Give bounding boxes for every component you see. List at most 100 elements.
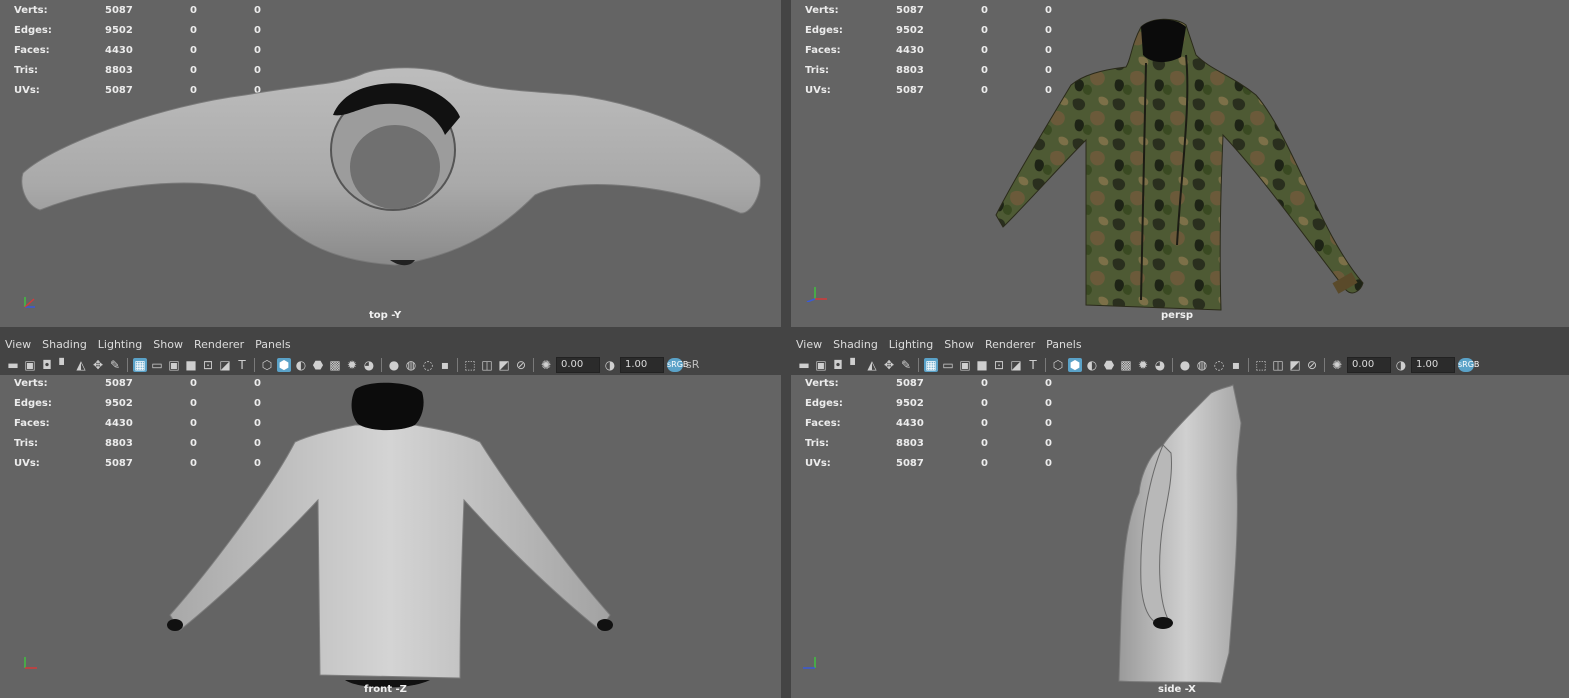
grid-icon[interactable]: ▦ xyxy=(924,357,938,372)
exposure-icon[interactable]: ✺ xyxy=(539,358,553,372)
motion-blur-icon[interactable]: ◍ xyxy=(1195,358,1209,372)
safe-title-icon[interactable]: T xyxy=(1026,358,1040,372)
menu-shading[interactable]: Shading xyxy=(830,338,886,351)
default-material-icon[interactable]: ◐ xyxy=(294,358,308,372)
panel-menubar: View Shading Lighting Show Renderer Pane… xyxy=(791,335,1569,354)
viewport-front[interactable]: View Shading Lighting Show Renderer Pane… xyxy=(0,335,781,698)
viewport-top[interactable]: Verts: 5087 0 0 Edges: 9502 0 0 Faces: 4430 0 0 T… xyxy=(0,0,781,327)
xray-active-icon[interactable]: ◩ xyxy=(497,358,511,372)
smooth-shade-icon[interactable]: ⬢ xyxy=(277,357,291,372)
image-plane-icon[interactable]: ◭ xyxy=(74,358,88,372)
safe-action-icon[interactable]: ◪ xyxy=(1009,358,1023,372)
toolbar-separator xyxy=(1324,357,1325,372)
stat-row-verts: Verts: 5087 0 0 xyxy=(14,4,261,16)
grease-pencil-icon[interactable]: ✎ xyxy=(899,358,913,372)
bookmark-camera-icon[interactable]: ◘ xyxy=(831,358,845,372)
field-chart-icon[interactable]: ⊡ xyxy=(992,358,1006,372)
motion-blur-icon[interactable]: ◍ xyxy=(404,358,418,372)
exposure-icon[interactable]: ✺ xyxy=(1330,358,1344,372)
bookmark-icon[interactable]: ▘ xyxy=(57,358,71,372)
bookmark-icon[interactable]: ▘ xyxy=(848,358,862,372)
safe-action-icon[interactable]: ◪ xyxy=(218,358,232,372)
gamma-field[interactable]: 1.00 xyxy=(620,356,664,373)
textured-icon[interactable]: ▩ xyxy=(328,358,342,372)
menu-renderer[interactable]: Renderer xyxy=(191,338,252,351)
exposure-field[interactable]: 0.00 xyxy=(556,356,600,373)
isolate-select-icon[interactable]: ⬚ xyxy=(463,358,477,372)
camera-label-side: side -X xyxy=(1158,684,1196,695)
isolate-select-icon[interactable]: ⬚ xyxy=(1254,358,1268,372)
menu-lighting[interactable]: Lighting xyxy=(95,338,150,351)
grease-pencil-icon[interactable]: ✎ xyxy=(108,358,122,372)
menu-shading[interactable]: Shading xyxy=(39,338,95,351)
hoodie-model-top-view[interactable] xyxy=(15,55,765,275)
default-material-icon[interactable]: ◐ xyxy=(1085,358,1099,372)
wireframe-icon[interactable]: ⬡ xyxy=(1051,358,1065,372)
gamma-icon[interactable]: ◑ xyxy=(1394,358,1408,372)
film-gate-icon[interactable]: ▭ xyxy=(941,358,955,372)
screen-space-ao-icon[interactable]: ● xyxy=(387,358,401,372)
gate-mask-icon[interactable]: ■ xyxy=(975,358,989,372)
menu-panels[interactable]: Panels xyxy=(1043,338,1089,351)
viewport-side[interactable]: View Shading Lighting Show Renderer Pane… xyxy=(791,335,1569,698)
safe-title-icon[interactable]: T xyxy=(235,358,249,372)
gamma-icon[interactable]: ◑ xyxy=(603,358,617,372)
gate-mask-icon[interactable]: ■ xyxy=(184,358,198,372)
viewport-divider-vertical[interactable] xyxy=(781,0,791,698)
anti-aliasing-icon[interactable]: ◌ xyxy=(1212,358,1226,372)
wireframe-on-shaded-icon[interactable]: ⬣ xyxy=(1102,358,1116,372)
toolbar-separator xyxy=(533,357,534,372)
camo-jacket-model-persp[interactable] xyxy=(991,15,1371,315)
camera-attributes-icon[interactable]: ▣ xyxy=(23,358,37,372)
menu-view[interactable]: View xyxy=(793,338,830,351)
xray-joints-icon[interactable]: ⊘ xyxy=(514,358,528,372)
select-camera-icon[interactable]: ▬ xyxy=(6,358,20,372)
bookmark-camera-icon[interactable]: ◘ xyxy=(40,358,54,372)
resolution-gate-icon[interactable]: ▣ xyxy=(958,358,972,372)
toolbar-separator xyxy=(1172,357,1173,372)
wireframe-on-shaded-icon[interactable]: ⬣ xyxy=(311,358,325,372)
exposure-field[interactable]: 0.00 xyxy=(1347,356,1391,373)
film-gate-icon[interactable]: ▭ xyxy=(150,358,164,372)
wireframe-icon[interactable]: ⬡ xyxy=(260,358,274,372)
textured-icon[interactable]: ▩ xyxy=(1119,358,1133,372)
menu-panels[interactable]: Panels xyxy=(252,338,298,351)
gamma-field[interactable]: 1.00 xyxy=(1411,356,1455,373)
lights-icon[interactable]: ✹ xyxy=(345,358,359,372)
grid-icon[interactable]: ▦ xyxy=(133,357,147,372)
color-management-icon[interactable]: sRGB xyxy=(1458,357,1479,372)
screen-space-ao-icon[interactable]: ● xyxy=(1178,358,1192,372)
shadows-icon[interactable]: ◕ xyxy=(362,358,376,372)
hoodie-model-front-view[interactable] xyxy=(160,380,620,698)
camera-attributes-icon[interactable]: ▣ xyxy=(814,358,828,372)
xray-active-icon[interactable]: ◩ xyxy=(1288,358,1302,372)
toolbar-separator xyxy=(381,357,382,372)
lights-icon[interactable]: ✹ xyxy=(1136,358,1150,372)
menu-show[interactable]: Show xyxy=(941,338,982,351)
2d-pan-zoom-icon[interactable]: ✥ xyxy=(91,358,105,372)
shadows-icon[interactable]: ◕ xyxy=(1153,358,1167,372)
menu-show[interactable]: Show xyxy=(150,338,191,351)
smooth-shade-icon[interactable]: ⬢ xyxy=(1068,357,1082,372)
depth-of-field-icon[interactable]: ▪ xyxy=(1229,358,1243,372)
image-plane-icon[interactable]: ◭ xyxy=(865,358,879,372)
viewport-persp[interactable]: Verts: 5087 0 0 Edges: 9502 0 0 Faces: 4430 0 0 T… xyxy=(791,0,1569,327)
resolution-gate-icon[interactable]: ▣ xyxy=(167,358,181,372)
xray-icon[interactable]: ◫ xyxy=(1271,358,1285,372)
depth-of-field-icon[interactable]: ▪ xyxy=(438,358,452,372)
field-chart-icon[interactable]: ⊡ xyxy=(201,358,215,372)
stat-row-edges: Edges: 9502 0 0 xyxy=(14,24,261,36)
menu-lighting[interactable]: Lighting xyxy=(886,338,941,351)
viewport-divider-horizontal[interactable] xyxy=(0,327,1569,335)
menu-renderer[interactable]: Renderer xyxy=(982,338,1043,351)
xray-joints-icon[interactable]: ⊘ xyxy=(1305,358,1319,372)
view-transform-label[interactable]: sR xyxy=(686,358,699,371)
xray-icon[interactable]: ◫ xyxy=(480,358,494,372)
anti-aliasing-icon[interactable]: ◌ xyxy=(421,358,435,372)
menu-view[interactable]: View xyxy=(2,338,39,351)
heads-up-poly-count: Verts: 5087 0 0 Edges: 9502 0 0 Faces: 4430 0 0 T… xyxy=(805,373,1075,473)
color-management-icon[interactable]: sRGB xyxy=(667,357,688,372)
hoodie-model-side-view[interactable] xyxy=(1111,383,1261,695)
select-camera-icon[interactable]: ▬ xyxy=(797,358,811,372)
2d-pan-zoom-icon[interactable]: ✥ xyxy=(882,358,896,372)
